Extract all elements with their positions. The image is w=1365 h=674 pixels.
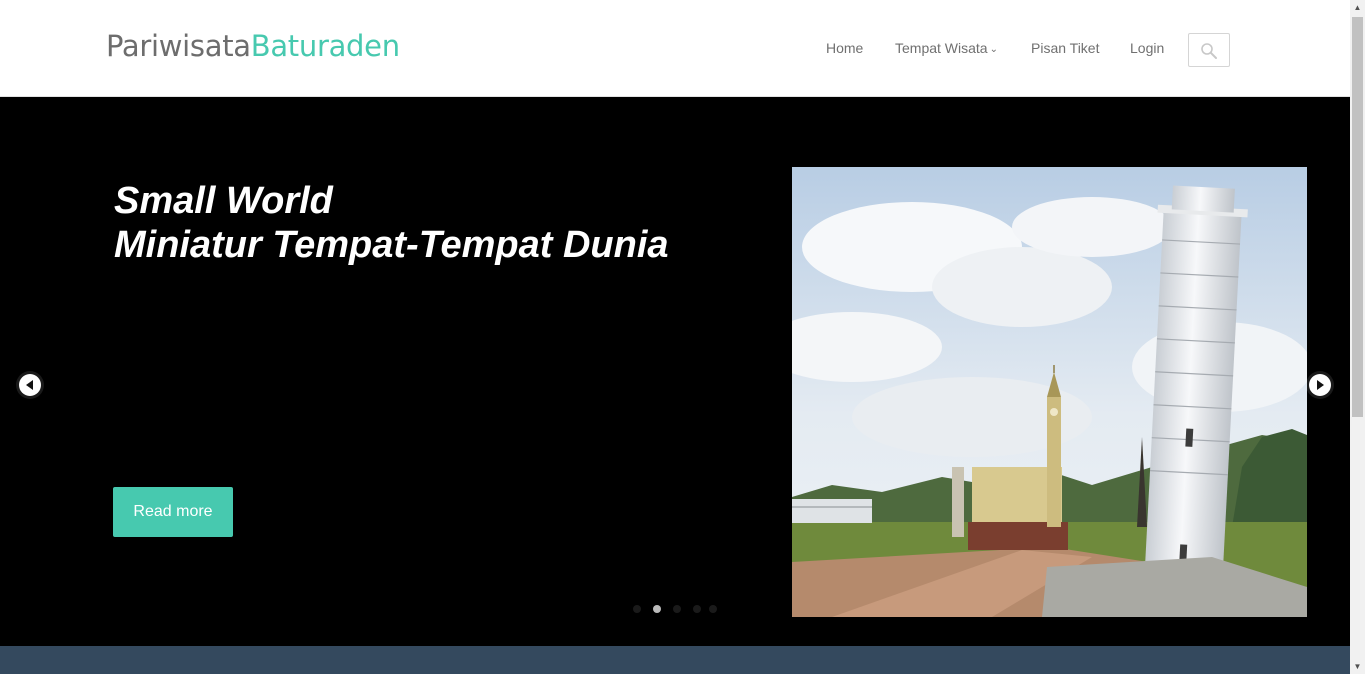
read-more-button[interactable]: Read more <box>113 487 233 537</box>
slider-dot[interactable] <box>709 605 717 613</box>
arrow-left-circle-icon <box>26 380 33 390</box>
scroll-up-icon[interactable]: ▲ <box>1350 0 1365 15</box>
page-scrollbar[interactable]: ▲ ▼ <box>1350 0 1365 674</box>
section-band <box>0 646 1350 674</box>
hero-title: Small World Miniatur Tempat-Tempat Dunia <box>114 179 669 267</box>
search-button[interactable] <box>1188 33 1230 67</box>
nav-tempat-wisata[interactable]: Tempat Wisata ⌄ <box>895 40 998 60</box>
slider-dot-active[interactable] <box>653 605 661 613</box>
hero-title-line2: Miniatur Tempat-Tempat Dunia <box>114 224 669 266</box>
brand-name-part2: Baturaden <box>250 29 400 63</box>
slider-dot[interactable] <box>693 605 701 613</box>
slider-prev-button[interactable] <box>19 374 41 396</box>
search-icon <box>1201 43 1217 59</box>
arrow-right-circle-icon <box>1317 380 1324 390</box>
slide-image <box>792 167 1307 617</box>
slider-dot[interactable] <box>633 605 641 613</box>
brand-name-part1: Pariwisata <box>106 29 251 63</box>
chevron-down-icon: ⌄ <box>989 44 998 55</box>
hero-slider: Small World Miniatur Tempat-Tempat Dunia… <box>0 97 1350 646</box>
brand-logo-link[interactable]: PariwisataBaturaden <box>106 28 400 64</box>
slider-dot[interactable] <box>673 605 681 613</box>
nav-home[interactable]: Home <box>826 40 863 60</box>
scroll-down-icon[interactable]: ▼ <box>1350 659 1365 674</box>
slider-next-button[interactable] <box>1309 374 1331 396</box>
hero-title-line1: Small World <box>114 180 333 222</box>
nav-tempat-wisata-label: Tempat Wisata <box>895 40 988 56</box>
scroll-thumb[interactable] <box>1352 17 1363 417</box>
navbar: PariwisataBaturaden Home Tempat Wisata ⌄ … <box>0 0 1350 97</box>
nav-pisan-tiket[interactable]: Pisan Tiket <box>1031 40 1099 60</box>
nav-login[interactable]: Login <box>1130 40 1164 60</box>
